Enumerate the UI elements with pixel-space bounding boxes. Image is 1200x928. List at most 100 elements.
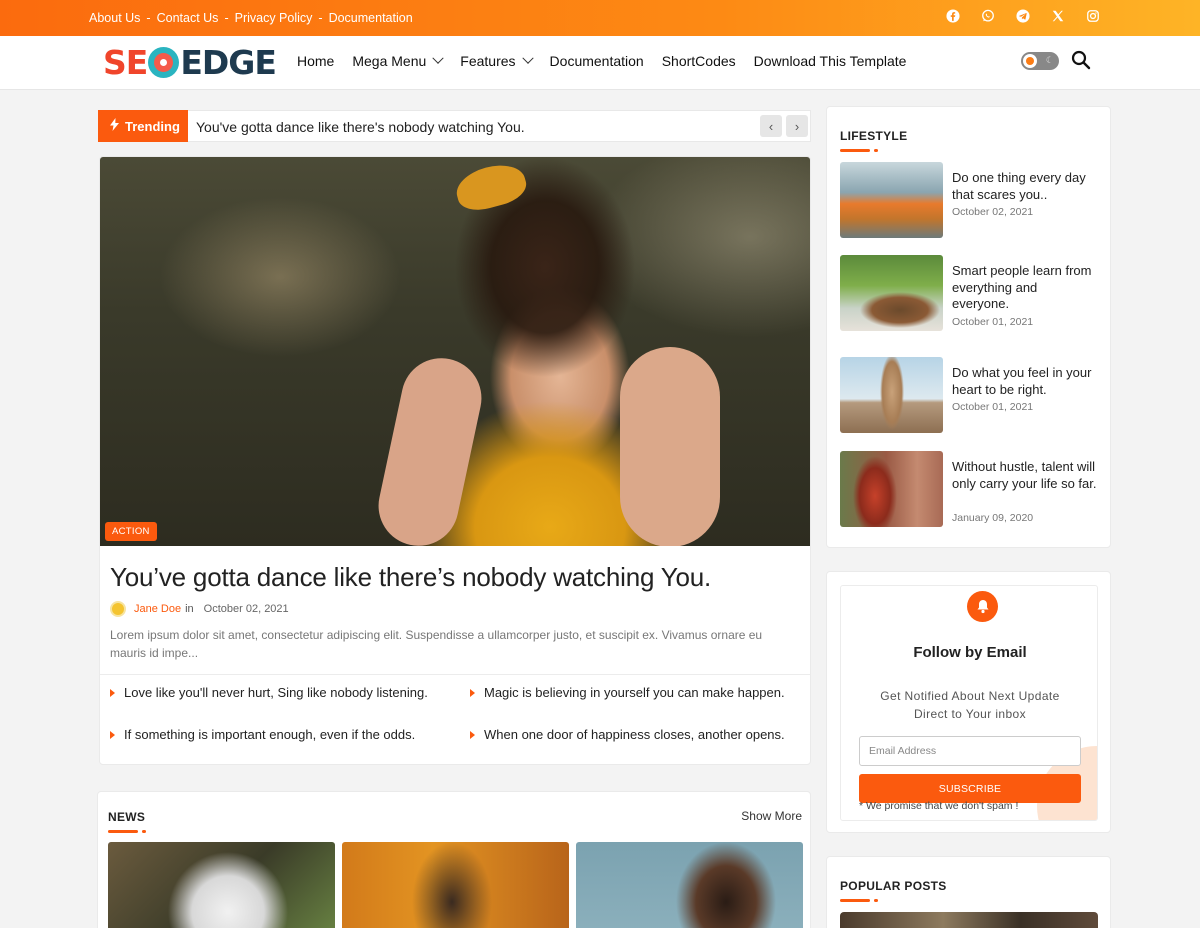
- no-spam-note: * We promise that we don't spam !: [859, 800, 1019, 812]
- top-link-privacy[interactable]: Privacy Policy: [235, 11, 313, 25]
- post-date: October 01, 2021: [952, 316, 1034, 328]
- post-title[interactable]: Smart people learn from everything and e…: [952, 263, 1097, 313]
- search-icon[interactable]: [1071, 50, 1091, 70]
- separator: -: [146, 11, 151, 25]
- follow-by-email-widget: Follow by Email Get Notified About Next …: [826, 571, 1111, 833]
- section-underline: [840, 149, 878, 152]
- trending-label-text: Trending: [125, 118, 180, 134]
- nav-item-mega-menu[interactable]: Mega Menu: [352, 52, 444, 69]
- post-date: October 01, 2021: [952, 401, 1034, 413]
- post-thumbnail[interactable]: [840, 162, 943, 238]
- post-title[interactable]: Do what you feel in your heart to be rig…: [952, 365, 1097, 398]
- post-thumbnail[interactable]: [840, 357, 943, 433]
- separator: -: [318, 11, 323, 25]
- news-thumbnails: [108, 842, 803, 928]
- top-links: About Us - Contact Us - Privacy Policy -…: [89, 11, 413, 25]
- news-thumbnail[interactable]: [576, 842, 803, 928]
- list-item[interactable]: If something is important enough, even i…: [110, 727, 470, 742]
- news-section: NEWS Show More: [97, 791, 811, 928]
- trending-label: Trending: [98, 110, 188, 142]
- news-thumbnail[interactable]: [342, 842, 569, 928]
- post-title[interactable]: Without hustle, talent will only carry y…: [952, 459, 1097, 492]
- telegram-icon[interactable]: [1016, 9, 1030, 23]
- show-more-link[interactable]: Show More: [741, 809, 802, 823]
- top-link-contact[interactable]: Contact Us: [157, 11, 219, 25]
- section-underline: [840, 899, 878, 902]
- list-item[interactable]: When one door of happiness closes, anoth…: [470, 727, 805, 742]
- separator: -: [224, 11, 229, 25]
- moon-icon: ☾: [1045, 55, 1054, 65]
- featured-image[interactable]: [100, 157, 810, 546]
- top-link-documentation[interactable]: Documentation: [329, 11, 413, 25]
- post-date: October 02, 2021: [203, 603, 289, 615]
- main-nav: Home Mega Menu Features Documentation Sh…: [297, 52, 924, 69]
- logo-disc-icon: [148, 46, 180, 78]
- nav-item-features[interactable]: Features: [460, 52, 534, 69]
- section-title-text: LIFESTYLE: [840, 129, 908, 143]
- image-detail: [371, 350, 489, 546]
- post-meta: Jane Doe in October 02, 2021: [110, 601, 289, 617]
- chevron-right-icon[interactable]: ›: [786, 115, 808, 137]
- subscribe-button[interactable]: SUBSCRIBE: [859, 774, 1081, 803]
- arrow-right-icon: [110, 688, 115, 697]
- list-item-text: Magic is believing in yourself you can m…: [484, 685, 785, 700]
- list-item[interactable]: Smart people learn from everything and e…: [840, 255, 1102, 333]
- nav-item-home[interactable]: Home: [297, 53, 334, 69]
- post-title[interactable]: Do one thing every day that scares you..: [952, 170, 1097, 203]
- whatsapp-icon[interactable]: [981, 9, 995, 23]
- featured-title[interactable]: You’ve gotta dance like there’s nobody w…: [110, 562, 711, 593]
- follow-subtitle-line: Direct to Your inbox: [913, 707, 1027, 721]
- post-thumbnail[interactable]: [840, 451, 943, 527]
- list-item[interactable]: Do one thing every day that scares you..…: [840, 162, 1102, 240]
- list-item[interactable]: Love like you'll never hurt, Sing like n…: [110, 685, 470, 700]
- follow-box: Follow by Email Get Notified About Next …: [840, 585, 1098, 821]
- list-item[interactable]: Without hustle, talent will only carry y…: [840, 451, 1102, 529]
- arrow-right-icon: [110, 730, 115, 739]
- logo-text-right: EDGE: [180, 42, 277, 82]
- list-item-text: When one door of happiness closes, anoth…: [484, 727, 785, 742]
- section-underline: [108, 830, 146, 833]
- email-field[interactable]: [859, 736, 1081, 766]
- nav-item-documentation[interactable]: Documentation: [550, 53, 644, 69]
- follow-title: Follow by Email: [913, 644, 1027, 661]
- nav-label: Features: [460, 53, 516, 69]
- chevron-down-icon: [521, 52, 534, 64]
- nav-item-shortcodes[interactable]: ShortCodes: [662, 53, 736, 69]
- trending-ticker: Trending You've gotta dance like there's…: [98, 110, 811, 142]
- list-item[interactable]: Magic is believing in yourself you can m…: [470, 685, 805, 700]
- related-list: Love like you'll never hurt, Sing like n…: [110, 685, 805, 742]
- instagram-icon[interactable]: [1086, 9, 1100, 23]
- divider: [100, 674, 810, 675]
- featured-excerpt: Lorem ipsum dolor sit amet, consectetur …: [110, 628, 763, 660]
- avatar: [110, 601, 126, 617]
- list-item[interactable]: Do what you feel in your heart to be rig…: [840, 357, 1102, 435]
- meta-in: in: [185, 603, 194, 615]
- site-header: SE EDGE Home Mega Menu Features Document…: [0, 36, 1200, 90]
- facebook-icon[interactable]: [946, 9, 960, 23]
- x-icon[interactable]: [1051, 9, 1065, 23]
- post-date: January 09, 2020: [952, 512, 1034, 524]
- post-thumbnail[interactable]: [840, 255, 943, 331]
- site-logo[interactable]: SE EDGE: [103, 42, 277, 82]
- image-detail: [620, 347, 720, 546]
- nav-item-download-template[interactable]: Download This Template: [754, 53, 907, 69]
- popular-posts-widget: POPULAR POSTS: [826, 856, 1111, 928]
- section-title: LIFESTYLE: [840, 129, 907, 152]
- trending-headline[interactable]: You've gotta dance like there's nobody w…: [196, 119, 525, 135]
- author-link[interactable]: Jane Doe: [134, 603, 181, 615]
- follow-subtitle: Get Notified About Next Update Direct to…: [841, 687, 1097, 723]
- lightning-icon: [110, 118, 119, 134]
- post-thumbnail[interactable]: [840, 912, 1098, 928]
- lifestyle-widget: LIFESTYLE Do one thing every day that sc…: [826, 106, 1111, 548]
- nav-label: Documentation: [549, 53, 644, 69]
- top-link-about[interactable]: About Us: [89, 11, 140, 25]
- trending-nav: ‹ ›: [760, 115, 808, 137]
- section-title: NEWS: [108, 810, 146, 833]
- category-badge[interactable]: ACTION: [105, 522, 157, 541]
- dark-mode-toggle[interactable]: ☾: [1021, 52, 1059, 70]
- image-detail: [452, 158, 530, 216]
- chevron-left-icon[interactable]: ‹: [760, 115, 782, 137]
- news-thumbnail[interactable]: [108, 842, 335, 928]
- post-date: October 02, 2021: [952, 206, 1034, 218]
- chevron-down-icon: [432, 52, 444, 64]
